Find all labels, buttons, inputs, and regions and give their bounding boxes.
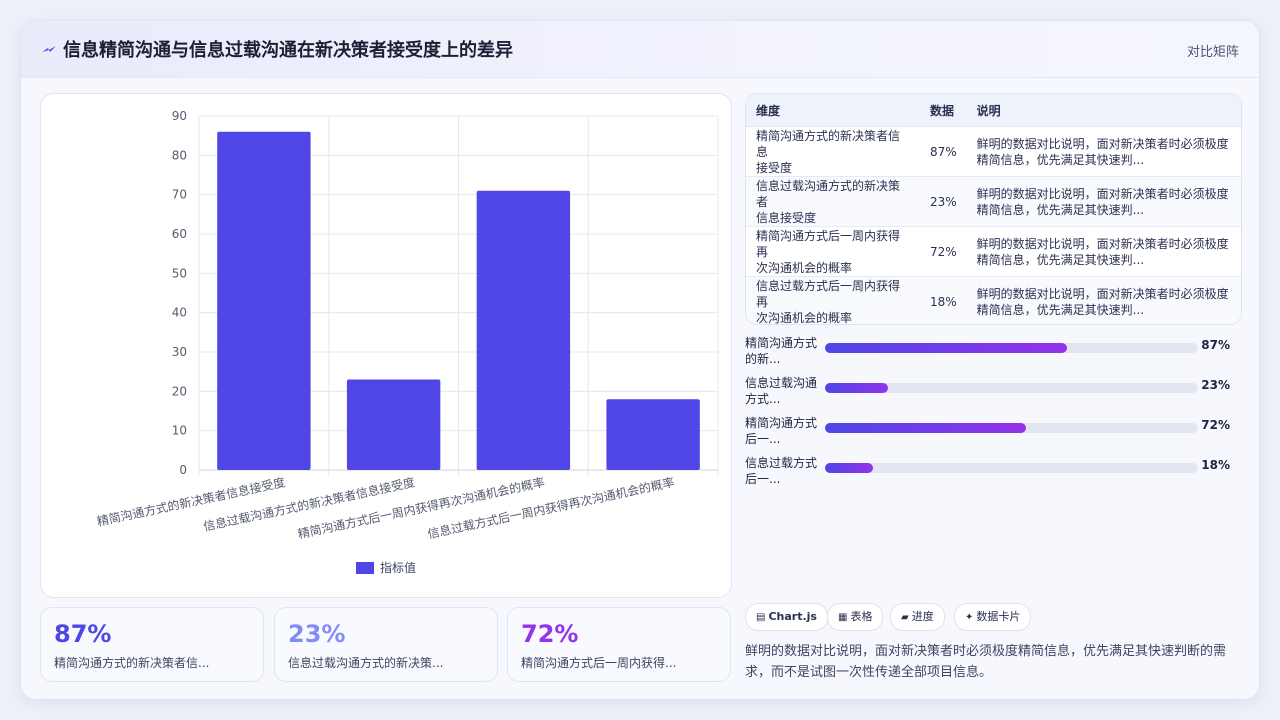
description-text: 鲜明的数据对比说明，面对新决策者时必须极度精简信息，优先满足其快速判断的需求，而… (745, 644, 1227, 680)
progress-row: 信息过载沟通 方式... 23% (745, 375, 1240, 406)
value-cell: 23% (920, 176, 967, 227)
progress-track (825, 463, 1198, 473)
note-cell: 鲜明的数据对比说明，面对新决策者时必须极度 精简信息，优先满足其快速判... (966, 276, 1241, 324)
chip-progress[interactable]: ▰ 进度 (890, 603, 945, 631)
chart-icon: ▤ (756, 612, 766, 623)
table-header-row: 维度 数据 说明 (746, 94, 1241, 127)
column-header: 维度 (746, 94, 920, 127)
y-tick-label: 0 (179, 463, 187, 477)
progress-fill (825, 463, 874, 473)
value-cell: 72% (920, 226, 967, 277)
stat-caption: 精简沟通方式的新决策者信... (54, 656, 210, 670)
table-icon: ▦ (838, 612, 848, 623)
bar (217, 131, 311, 470)
dimension-cell: 信息过载沟通方式的新决策者 信息接受度 (746, 176, 920, 227)
main-card: 信息精简沟通与信息过载沟通在新决策者接受度上的差异 对比矩阵 0 10 20 30 40… (20, 20, 1260, 700)
y-tick-label: 70 (172, 188, 187, 202)
progress-label: 信息过载沟通 方式... (745, 376, 818, 406)
bar (476, 190, 571, 470)
note-cell: 鲜明的数据对比说明，面对新决策者时必须极度 精简信息，优先满足其快速判... (966, 176, 1241, 227)
dimension-cell: 信息过载方式后一周内获得再 次沟通机会的概率 (746, 276, 920, 324)
progress-value: 87% (1201, 338, 1230, 352)
bar-chart: 0102030405060708090精简沟通方式的新决策者信息接受度信息过载沟… (96, 109, 719, 575)
table-row: 精简沟通方式的新决策者信息 接受度 87% 鲜明的数据对比说明，面对新决策者时必须… (746, 126, 1241, 177)
page-title: 信息精简沟通与信息过载沟通在新决策者接受度上的差异 (63, 40, 513, 61)
table-row: 精简沟通方式后一周内获得再 次沟通机会的概率 72% 鲜明的数据对比说明，面对新决… (746, 226, 1241, 277)
progress-label: 精简沟通方式 后一... (745, 416, 818, 446)
progress-label: 精简沟通方式 的新... (745, 336, 818, 366)
chip-table[interactable]: ▦ 表格 (827, 603, 884, 631)
progress-fill (825, 383, 889, 393)
legend-swatch (356, 562, 374, 574)
stat-value: 23% (288, 620, 346, 648)
y-tick-label: 50 (172, 266, 187, 280)
progress-value: 18% (1201, 458, 1230, 472)
progress-icon: ▰ (901, 612, 909, 623)
value-cell: 87% (920, 126, 967, 177)
x-tick-label: 精简沟通方式后一周内获得再次沟通机会的概率 (296, 474, 546, 541)
y-tick-label: 90 (172, 109, 187, 123)
stat-caption: 信息过载沟通方式的新决策... (288, 656, 444, 670)
column-header: 数据 (920, 94, 967, 127)
stat-value: 72% (521, 620, 579, 648)
stat-card: 72% 精简沟通方式后一周内获得... (507, 607, 731, 682)
sparkle-icon: ✦ (965, 612, 974, 623)
y-tick-label: 10 (172, 424, 187, 438)
column-header: 说明 (966, 94, 1241, 127)
data-table: 维度 数据 说明 精简沟通方式的新决策者信息 接受度 87% 鲜明的数据对比说明，… (745, 93, 1242, 325)
progress-row: 精简沟通方式 后一... 72% (745, 415, 1240, 446)
progress-fill (825, 423, 1027, 433)
bar (606, 399, 700, 470)
chip-data-card[interactable]: ✦ 数据卡片 (954, 603, 1032, 631)
progress-label: 信息过载方式 后一... (745, 456, 818, 486)
stat-card: 23% 信息过载沟通方式的新决策... (274, 607, 498, 682)
stat-value: 87% (54, 620, 112, 648)
header-bar: 信息精简沟通与信息过载沟通在新决策者接受度上的差异 对比矩阵 (21, 21, 1259, 78)
table-row: 信息过载沟通方式的新决策者 信息接受度 23% 鲜明的数据对比说明，面对新决策者时… (746, 176, 1241, 227)
chip-chartjs[interactable]: ▤ Chart.js (745, 603, 828, 631)
dimension-cell: 精简沟通方式的新决策者信息 接受度 (746, 126, 920, 177)
y-tick-label: 30 (172, 345, 187, 359)
progress-fill (825, 343, 1068, 353)
legend-label: 指标值 (380, 560, 416, 575)
y-tick-label: 60 (172, 227, 187, 241)
progress-row: 精简沟通方式 的新... 87% (745, 335, 1240, 366)
stat-card: 87% 精简沟通方式的新决策者信... (40, 607, 264, 682)
x-tick-label: 信息过载方式后一周内获得再次沟通机会的概率 (426, 474, 676, 541)
y-tick-label: 40 (172, 306, 187, 320)
progress-value: 72% (1201, 418, 1230, 432)
progress-value: 23% (1201, 378, 1230, 392)
y-tick-label: 20 (172, 384, 187, 398)
progress-track (825, 383, 1198, 393)
bar (346, 379, 441, 470)
y-tick-label: 80 (172, 148, 187, 162)
dimension-cell: 精简沟通方式后一周内获得再 次沟通机会的概率 (746, 226, 920, 277)
table-row: 信息过载方式后一周内获得再 次沟通机会的概率 18% 鲜明的数据对比说明，面对新决… (746, 276, 1241, 324)
view-tag[interactable]: 对比矩阵 (1187, 41, 1239, 60)
chart-panel: 0 10 20 30 40 50 60 70 80 90 精简沟通方式的新决策者信息接受度 信息过载沟… (40, 93, 732, 598)
note-cell: 鲜明的数据对比说明，面对新决策者时必须极度 精简信息，优先满足其快速判... (966, 126, 1241, 177)
value-cell: 18% (920, 276, 967, 324)
progress-track (825, 423, 1198, 433)
lightning-icon (42, 46, 56, 52)
progress-row: 信息过载方式 后一... 18% (745, 455, 1240, 486)
stat-caption: 精简沟通方式后一周内获得... (521, 656, 677, 670)
note-cell: 鲜明的数据对比说明，面对新决策者时必须极度 精简信息，优先满足其快速判... (966, 226, 1241, 277)
progress-track (825, 343, 1198, 353)
